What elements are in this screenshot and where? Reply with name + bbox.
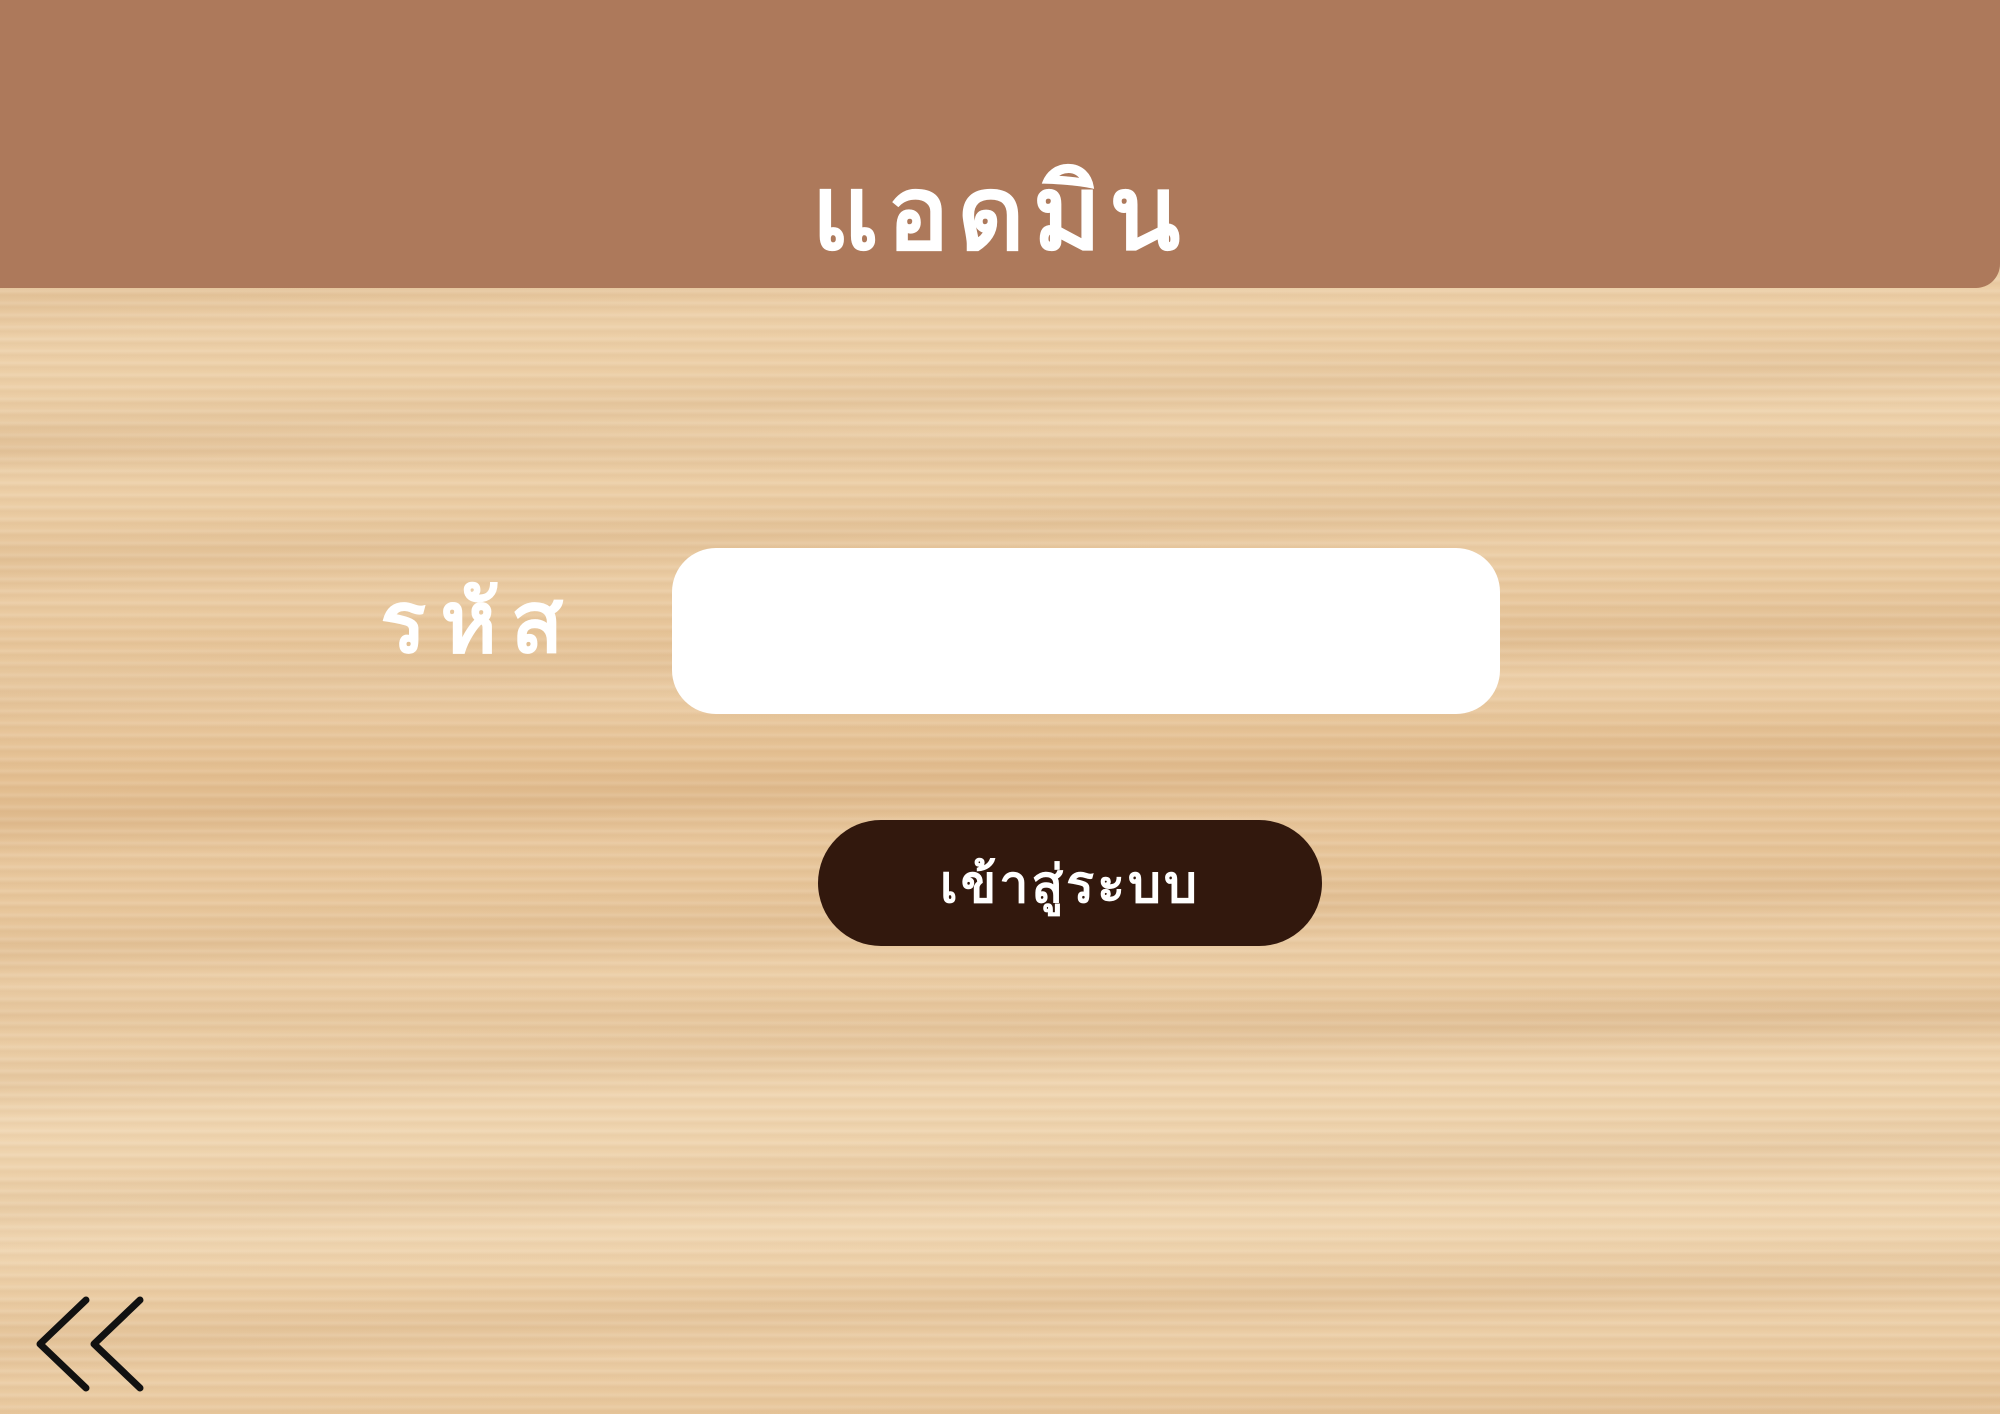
wood-grain: [0, 980, 2000, 1050]
code-label: รหัส: [380, 573, 578, 673]
page-title: แอดมิน: [811, 152, 1189, 274]
code-input[interactable]: [672, 548, 1500, 714]
back-button[interactable]: [34, 1296, 148, 1392]
login-button[interactable]: เข้าสู่ระบบ: [818, 820, 1322, 946]
double-chevron-left-icon: [36, 1296, 144, 1392]
header-bar: แอดมิน: [0, 0, 2000, 288]
wood-grain: [0, 420, 2000, 480]
wood-grain: [0, 1180, 2000, 1280]
